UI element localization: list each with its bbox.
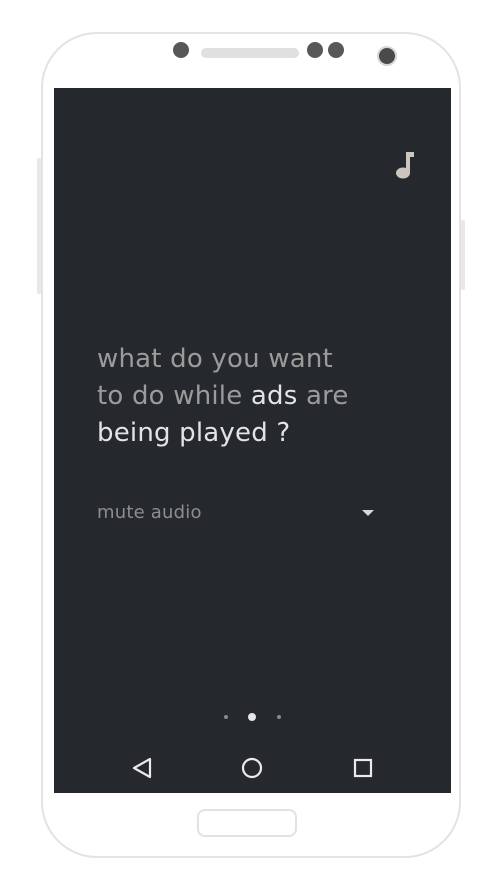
question-line-2-end: are — [297, 381, 349, 411]
question-highlight-ads: ads — [250, 381, 298, 411]
question-line-1: what do you want — [97, 344, 333, 374]
ads-action-dropdown[interactable]: mute audio — [97, 499, 377, 529]
page-dot — [277, 715, 281, 719]
page-dot-active — [248, 713, 256, 721]
front-camera — [379, 48, 395, 64]
ads-question: what do you want to do while ads are being… — [97, 341, 417, 452]
sensor-icon — [307, 42, 323, 58]
sensor-icon — [173, 42, 189, 58]
volume-button — [37, 158, 41, 294]
music-note-icon[interactable] — [393, 151, 415, 179]
question-line-2-start: to do while — [97, 381, 251, 411]
page-indicator — [54, 708, 451, 726]
dropdown-selected-value: mute audio — [97, 502, 202, 523]
back-triangle-icon[interactable] — [124, 750, 160, 786]
question-line-3: being played ? — [97, 418, 291, 448]
power-button — [461, 220, 465, 290]
sensor-icon — [328, 42, 344, 58]
recents-square-icon[interactable] — [345, 750, 381, 786]
earpiece-speaker — [201, 48, 299, 58]
caret-down-icon — [362, 510, 374, 516]
page-dot — [224, 715, 228, 719]
app-screen: what do you want to do while ads are being… — [54, 88, 451, 793]
physical-home-button[interactable] — [197, 809, 297, 837]
home-circle-icon[interactable] — [234, 750, 270, 786]
